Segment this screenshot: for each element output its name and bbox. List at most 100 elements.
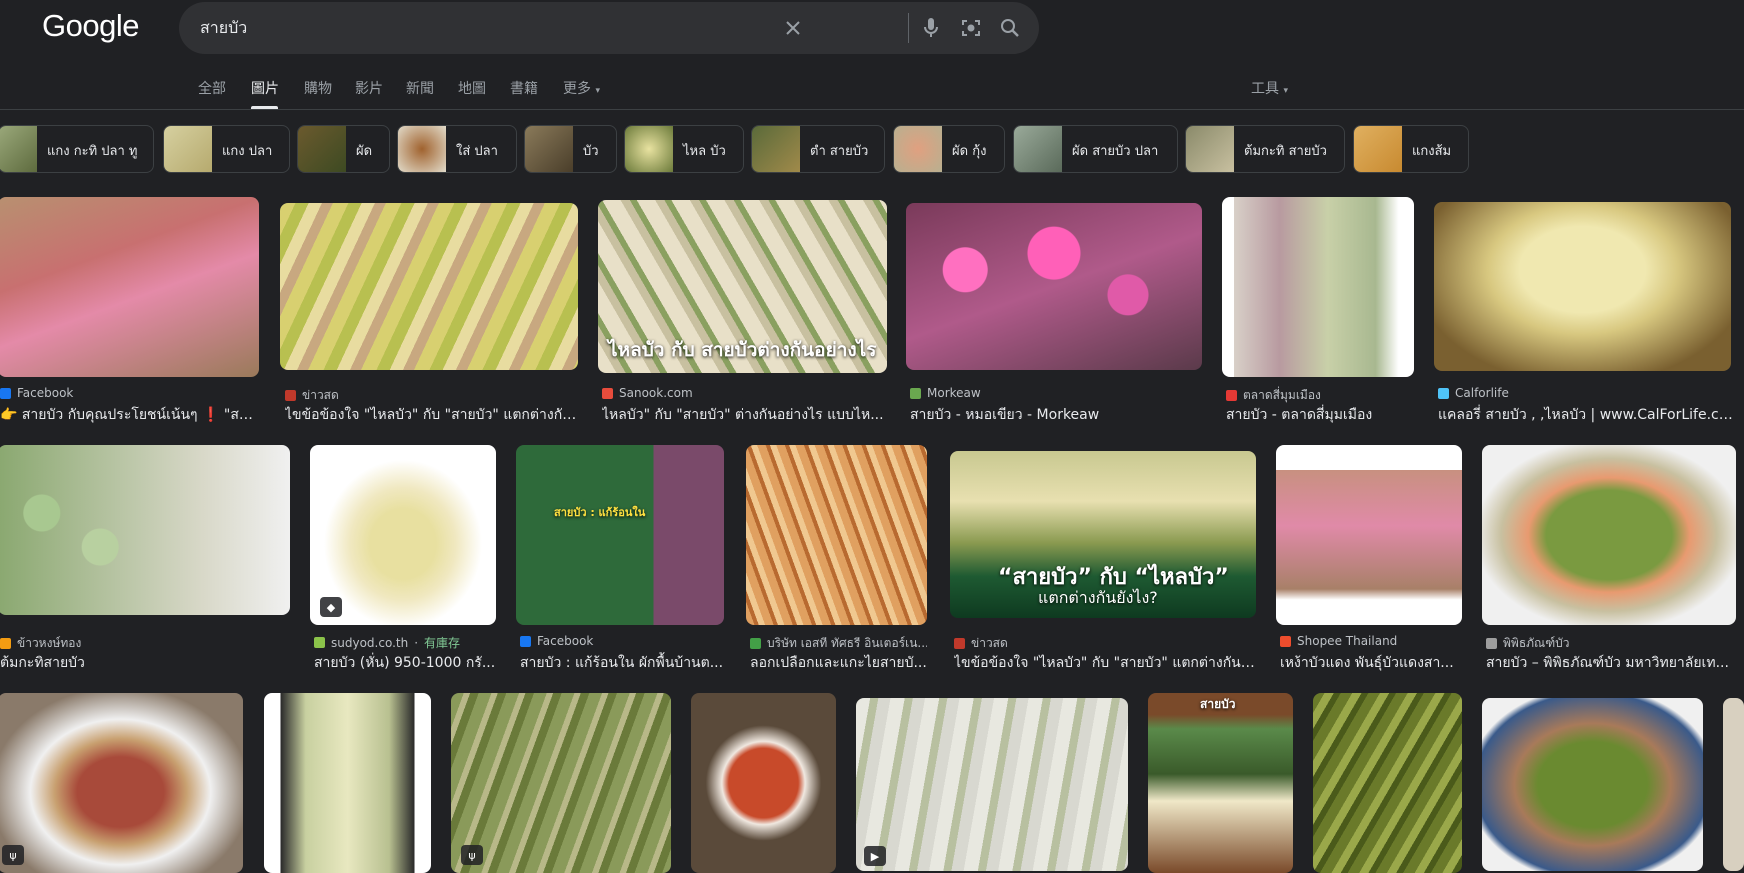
morkeaw-icon — [910, 387, 921, 399]
result-source[interactable]: Facebook — [520, 634, 724, 648]
chip-label: ต้มกะทิ สายบัว — [1244, 144, 1327, 159]
tab-maps[interactable]: 地圖 — [458, 78, 486, 98]
result-source-name: Morkeaw — [927, 386, 981, 400]
image-overlay-text: สายบัว : แก้ร้อนใน — [554, 506, 646, 519]
chip-label: แกง กะทิ ปลา ทู — [47, 144, 138, 159]
image-result[interactable] — [1276, 445, 1462, 625]
result-title[interactable]: สายบัว - หมอเขียว - Morkeaw — [910, 404, 1200, 426]
result-source[interactable]: ข่าวสด — [954, 634, 1256, 653]
tab-more[interactable]: 更多 ▾ — [563, 78, 600, 98]
chip-0[interactable]: แกง กะทิ ปลา ทู — [0, 125, 154, 173]
result-source[interactable]: บริษัท เอสที ทัศธรี อินเตอร์เน... — [750, 634, 927, 653]
image-result[interactable] — [0, 197, 259, 377]
search-input[interactable]: สายบัว — [200, 16, 247, 41]
result-source[interactable]: Facebook — [0, 386, 259, 400]
result-title[interactable]: ไหลบัว" กับ "สายบัว" ต่างกันอย่างไร แบบไ… — [602, 404, 886, 426]
result-title[interactable]: ไขข้อข้องใจ "ไหลบัว" กับ "สายบัว" แตกต่า… — [285, 404, 579, 426]
image-result[interactable] — [1222, 197, 1414, 377]
search-divider — [908, 13, 909, 43]
recipe-icon: ψ — [461, 845, 483, 865]
chip-7[interactable]: ผัด กุ้ง — [893, 125, 1005, 173]
image-overlay-text: สายบัว — [1200, 697, 1236, 711]
image-result[interactable] — [1723, 698, 1744, 871]
image-result[interactable] — [746, 445, 927, 625]
chip-label: ตำ สายบัว — [810, 144, 869, 159]
image-result[interactable] — [280, 203, 578, 370]
tab-videos[interactable]: 影片 — [355, 78, 383, 98]
result-source[interactable]: ตลาดสี่มุมเมือง — [1226, 386, 1414, 405]
image-result[interactable] — [1434, 202, 1731, 371]
image-result[interactable]: ψ — [451, 693, 671, 873]
result-source[interactable]: Morkeaw — [910, 386, 1200, 400]
chip-3[interactable]: ใส่ ปลา — [397, 125, 517, 173]
chip-thumbnail — [398, 126, 446, 172]
image-result[interactable] — [1482, 445, 1736, 625]
image-result[interactable] — [691, 693, 836, 873]
shopee-icon — [1280, 635, 1291, 647]
result-source[interactable]: Calforlife — [1438, 386, 1738, 400]
result-source-name: Shopee Thailand — [1297, 634, 1398, 648]
result-title[interactable]: สายบัว : แก้ร้อนใน ผักพื้นบ้านต... — [520, 652, 724, 674]
chip-9[interactable]: ต้มกะทิ สายบัว — [1185, 125, 1345, 173]
chip-label: ผัด — [356, 144, 373, 159]
image-result[interactable]: ◆ — [310, 445, 496, 625]
image-result[interactable]: สายบัว : แก้ร้อนใน — [516, 445, 724, 625]
result-source-name: Facebook — [17, 386, 74, 400]
search-icon[interactable] — [998, 16, 1022, 40]
result-title[interactable]: สายบัว – พิพิธภัณฑ์บัว มหาวิทยาลัยเท... — [1486, 652, 1736, 674]
chip-6[interactable]: ตำ สายบัว — [751, 125, 885, 173]
result-title[interactable]: ต้มกะทิสายบัว — [0, 652, 290, 674]
result-source[interactable]: Sanook.com — [602, 386, 886, 400]
result-source-name: ข้าวหงษ์ทอง — [17, 636, 82, 650]
image-result[interactable] — [0, 445, 290, 615]
chip-label: แกง ปลา — [222, 144, 273, 159]
caret-down-icon: ▾ — [1283, 86, 1288, 96]
result-title[interactable]: สายบัว (หั่น) 950-1000 กรั... — [314, 652, 496, 674]
sudyod-icon — [314, 637, 325, 648]
image-result[interactable] — [1313, 693, 1462, 873]
result-source[interactable]: sudyod.co.th · 有庫存 — [314, 634, 496, 651]
chip-1[interactable]: แกง ปลา — [163, 125, 290, 173]
result-title[interactable]: ไขข้อข้องใจ "ไหลบัว" กับ "สายบัว" แตกต่า… — [954, 652, 1256, 674]
chip-label: แกงส้ม — [1412, 144, 1452, 159]
result-source[interactable]: ข่าวสด — [285, 386, 579, 405]
result-source-name: Facebook — [537, 634, 594, 648]
chip-10[interactable]: แกงส้ม — [1353, 125, 1469, 173]
chip-thumbnail — [752, 126, 800, 172]
image-result[interactable] — [1482, 698, 1703, 871]
result-title[interactable]: เหง้าบัวแดง พันธุ์บัวแดงสา... — [1280, 652, 1462, 674]
result-source[interactable]: ข้าวหงษ์ทอง — [0, 634, 290, 653]
image-result[interactable] — [264, 693, 431, 873]
tab-shopping[interactable]: 購物 — [304, 78, 332, 98]
result-source[interactable]: พิพิธภัณฑ์บัว — [1486, 634, 1736, 653]
tools-button[interactable]: 工具 ▾ — [1251, 78, 1288, 98]
image-result[interactable]: “สายบัว” กับ “ไหลบัว” แตกต่างกันยังไง? — [950, 451, 1256, 618]
result-title[interactable]: ลอกเปลือกและแกะไยสายบั... — [750, 652, 927, 674]
image-result[interactable]: ψ — [0, 693, 243, 873]
tab-books[interactable]: 書籍 — [510, 78, 538, 98]
microphone-icon[interactable] — [919, 16, 943, 40]
result-source[interactable]: Shopee Thailand — [1280, 634, 1462, 648]
result-title[interactable]: แคลอรี่ สายบัว , ,ไหลบัว | www.CalForLif… — [1438, 404, 1738, 426]
image-result[interactable]: ไหลบัว กับ สายบัวต่างกันอย่างไร — [598, 200, 887, 373]
chip-8[interactable]: ผัด สายบัว ปลา — [1013, 125, 1178, 173]
chip-4[interactable]: บัว — [524, 125, 617, 173]
result-title[interactable]: 👉 สายบัว กับคุณประโยชน์เน้นๆ ❗ "สาย... — [0, 404, 259, 426]
tools-label: 工具 — [1251, 81, 1279, 97]
khaosod-icon — [954, 638, 965, 649]
chip-thumbnail — [0, 126, 37, 172]
result-source-name: ตลาดสี่มุมเมือง — [1243, 388, 1321, 402]
chip-2[interactable]: ผัด — [297, 125, 390, 173]
tab-all[interactable]: 全部 — [198, 78, 226, 98]
result-title[interactable]: สายบัว - ตลาดสี่มุมเมือง — [1226, 404, 1414, 426]
image-result[interactable]: สายบัว — [1148, 693, 1293, 873]
image-result[interactable] — [906, 203, 1202, 370]
image-result[interactable]: ▶ — [856, 698, 1128, 871]
google-logo[interactable]: Google — [42, 8, 139, 44]
tab-images[interactable]: 圖片 — [251, 78, 279, 98]
chip-5[interactable]: ไหล บัว — [624, 125, 744, 173]
camera-lens-icon[interactable] — [959, 16, 983, 40]
search-bar[interactable]: สายบัว — [179, 2, 1039, 54]
tab-news[interactable]: 新聞 — [406, 78, 434, 98]
clear-icon[interactable] — [781, 16, 805, 40]
